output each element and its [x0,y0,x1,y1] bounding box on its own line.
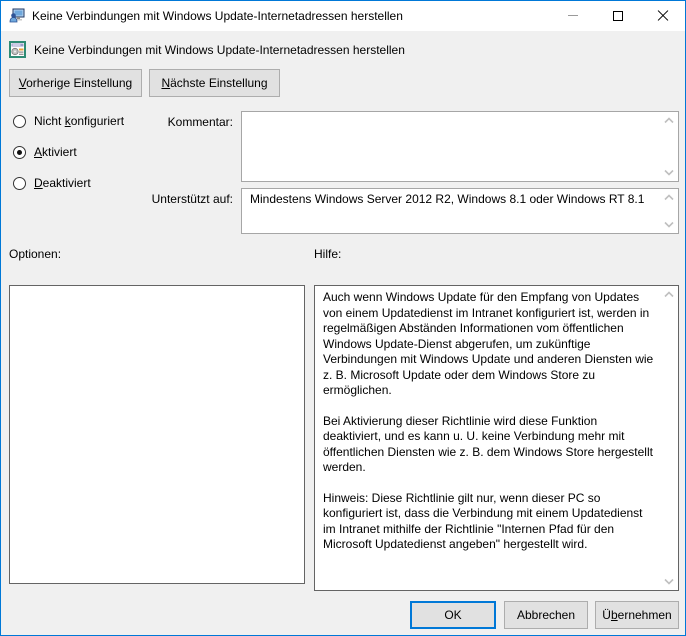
radio-circle-icon [13,146,26,159]
radio-not-configured[interactable]: Nicht konfiguriert [13,114,124,128]
title-bar: Keine Verbindungen mit Windows Update-In… [1,1,685,31]
maximize-button[interactable] [595,1,640,30]
next-setting-button[interactable]: Nächste Einstellung [149,69,280,97]
help-paragraph: Hinweis: Diese Richtlinie gilt nur, wenn… [323,491,654,553]
previous-setting-button[interactable]: Vorherige Einstellung [9,69,142,97]
help-paragraph: Auch wenn Windows Update für den Empfang… [323,290,654,399]
cancel-button[interactable]: Abbrechen [504,601,588,629]
help-text: Auch wenn Windows Update für den Empfang… [315,286,678,572]
comment-textarea[interactable] [241,111,679,182]
supported-on-label: Unterstützt auf: [129,192,233,206]
policy-setting-dialog: Keine Verbindungen mit Windows Update-In… [0,0,686,636]
window-controls [550,1,685,30]
radio-disabled[interactable]: Deaktiviert [13,176,91,190]
apply-button[interactable]: Übernehmen [595,601,679,629]
setting-header: Keine Verbindungen mit Windows Update-In… [9,41,405,58]
options-panel [9,285,305,584]
scroll-down-icon[interactable] [664,221,674,228]
scroll-up-icon[interactable] [664,291,674,298]
options-section-label: Optionen: [9,247,61,261]
help-paragraph: Bei Aktivierung dieser Richtlinie wird d… [323,414,654,476]
window-title: Keine Verbindungen mit Windows Update-In… [32,9,403,23]
help-panel: Auch wenn Windows Update für den Empfang… [314,285,679,591]
minimize-icon [568,15,578,16]
setting-title: Keine Verbindungen mit Windows Update-In… [34,43,405,57]
maximize-icon [613,11,623,21]
scroll-down-icon[interactable] [664,578,674,585]
comment-value [242,112,678,118]
scroll-up-icon[interactable] [664,194,674,201]
ok-button[interactable]: OK [410,601,496,629]
help-section-label: Hilfe: [314,247,341,261]
supported-on-box: Mindestens Windows Server 2012 R2, Windo… [241,188,679,234]
group-policy-app-icon [9,8,25,24]
radio-circle-icon [13,177,26,190]
radio-enabled[interactable]: Aktiviert [13,145,77,159]
minimize-button[interactable] [550,1,595,30]
radio-circle-icon [13,115,26,128]
policy-setting-icon [9,41,26,58]
supported-on-value: Mindestens Windows Server 2012 R2, Windo… [242,189,678,210]
close-icon [657,10,669,22]
scroll-down-icon[interactable] [664,169,674,176]
close-button[interactable] [640,1,685,30]
scroll-up-icon[interactable] [664,117,674,124]
comment-label: Kommentar: [129,115,233,129]
